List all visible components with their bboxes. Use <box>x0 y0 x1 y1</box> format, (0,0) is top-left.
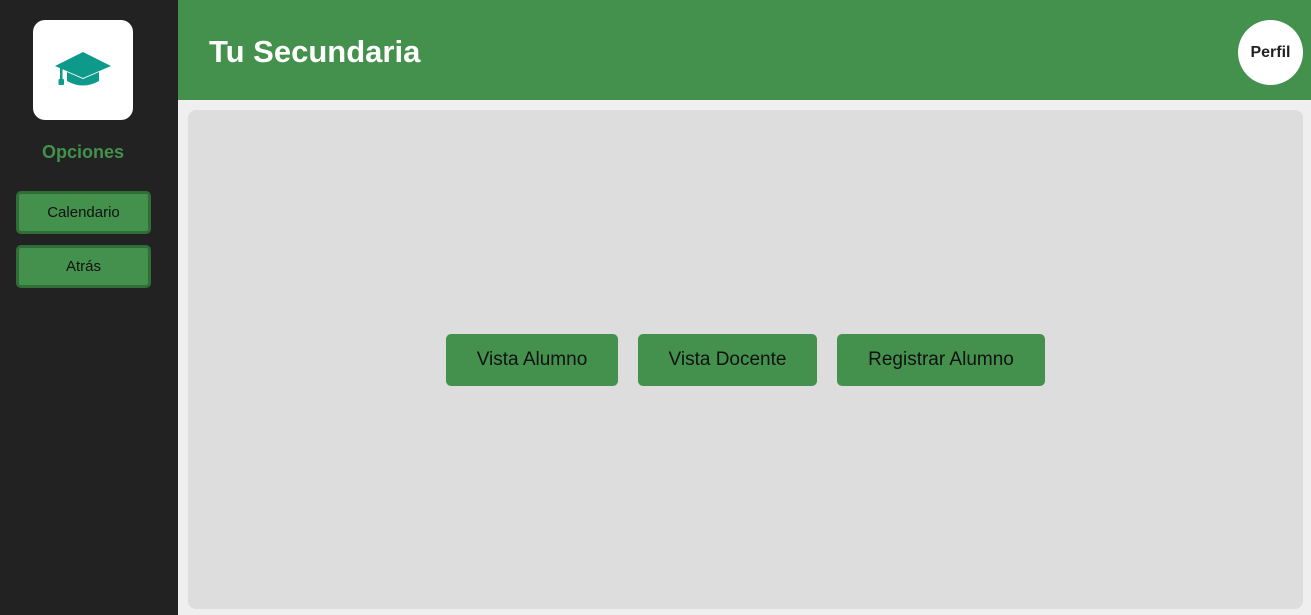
main-panel: Vista Alumno Vista Docente Registrar Alu… <box>188 110 1303 609</box>
register-student-button[interactable]: Registrar Alumno <box>837 334 1045 386</box>
calendar-button[interactable]: Calendario <box>16 191 151 234</box>
teacher-view-button[interactable]: Vista Docente <box>638 334 817 386</box>
graduation-cap-icon <box>55 52 111 86</box>
sidebar-title: Opciones <box>41 142 125 162</box>
profile-button[interactable]: Perfil <box>1238 20 1303 85</box>
student-view-button[interactable]: Vista Alumno <box>446 334 618 386</box>
page-title: Tu Secundaria <box>209 34 421 69</box>
back-button[interactable]: Atrás <box>16 245 151 288</box>
logo <box>33 20 133 120</box>
app-root: Opciones Calendario Atrás Tu Secundaria … <box>0 0 1311 615</box>
top-header: Tu Secundaria Perfil <box>178 0 1311 100</box>
sidebar: Opciones Calendario Atrás <box>0 0 178 615</box>
